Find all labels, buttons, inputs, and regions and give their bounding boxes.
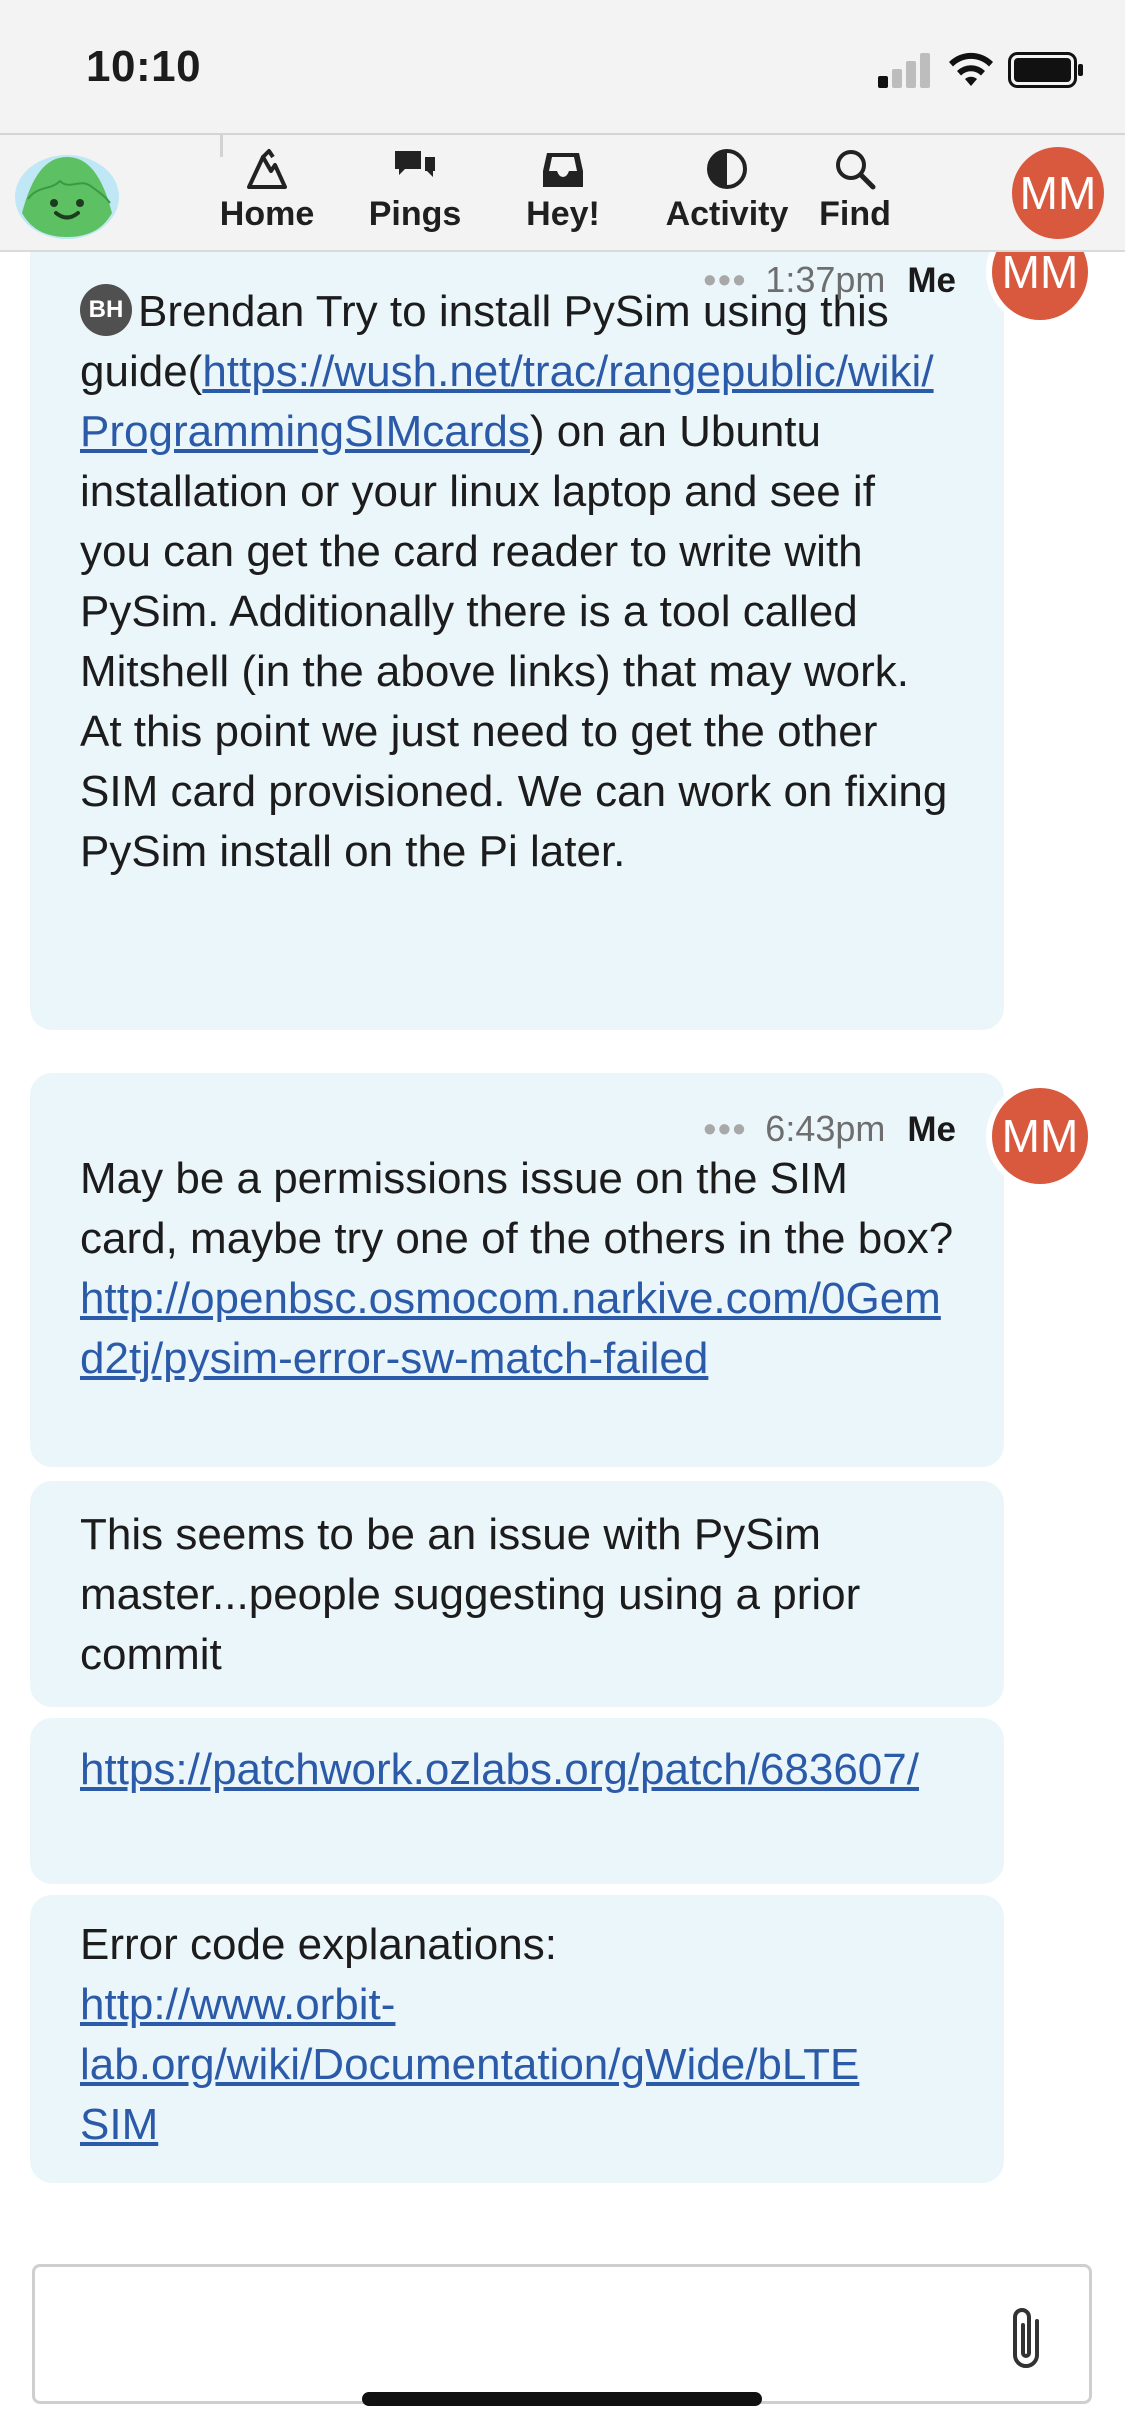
nav-hey-label: Hey! (526, 195, 600, 233)
message-author: Me (907, 261, 956, 300)
message-text: https://patchwork.ozlabs.org/patch/68360… (80, 1718, 954, 1800)
nav-pings-label: Pings (368, 195, 462, 233)
message-text: This seems to be an issue with PySim mas… (80, 1510, 861, 1679)
message-bubble: ••• 6:43pm Me May be a permissions issue o… (30, 1073, 1004, 1467)
message-meta: ••• 6:43pm Me (703, 1099, 956, 1149)
nav-pings[interactable]: Pings (360, 147, 470, 245)
message-text-part: ) on an Ubuntu installation or your linu… (80, 407, 948, 876)
status-bar: 10:10 (0, 0, 1125, 135)
message-link[interactable]: http://openbsc.osmocom.narkive.com/0Gemd… (80, 1274, 941, 1383)
message-time: 6:43pm (765, 1108, 886, 1149)
home-indicator (362, 2392, 762, 2406)
link-part: SIM (80, 2100, 159, 2149)
message-link[interactable]: http://www.orbit-lab.org/wiki/Documentat… (80, 1980, 859, 2149)
message-thread: ••• 1:37pm Me BH Brendan Try to install PyS… (0, 252, 1125, 2212)
paperclip-icon[interactable] (1003, 2303, 1049, 2375)
author-avatar[interactable]: MM (992, 252, 1088, 320)
pings-icon (395, 151, 435, 177)
message-link[interactable]: https://patchwork.ozlabs.org/patch/68360… (80, 1745, 919, 1794)
user-avatar[interactable]: MM (1012, 147, 1104, 239)
link-part: http://www.orbit- (80, 1980, 396, 2029)
more-options-icon[interactable]: ••• (703, 259, 747, 300)
home-icon (247, 149, 287, 189)
mention-name[interactable]: Brendan (138, 287, 304, 336)
nav-find-label: Find (819, 195, 891, 233)
nav-activity-label: Activity (665, 195, 789, 233)
message-text-part: May be a permissions issue on the SIM ca… (80, 1154, 954, 1263)
message-meta: ••• 1:37pm Me (703, 252, 956, 300)
nav-home[interactable]: Home (212, 147, 322, 245)
cellular-signal-icon (878, 52, 934, 88)
message-bubble: This seems to be an issue with PySim mas… (30, 1481, 1004, 1707)
nav-find[interactable]: Find (810, 147, 900, 245)
nav-hey[interactable]: Hey! (508, 147, 618, 245)
inbox-icon (543, 153, 583, 187)
mention-avatar: BH (80, 284, 132, 337)
message-bubble: https://patchwork.ozlabs.org/patch/68360… (30, 1718, 1004, 1884)
message-author: Me (907, 1110, 956, 1149)
nav-activity[interactable]: Activity (652, 147, 802, 245)
activity-icon (707, 149, 747, 189)
message-bubble: Error code explanations: http://www.orbi… (30, 1895, 1004, 2183)
status-time: 10:10 (86, 42, 202, 91)
basecamp-logo[interactable] (14, 147, 120, 239)
author-avatar[interactable]: MM (992, 1088, 1088, 1184)
message-time: 1:37pm (765, 259, 886, 300)
message-text-part: Error code explanations: (80, 1920, 557, 1969)
nav-home-label: Home (219, 195, 315, 233)
message-text: BH Brendan Try to install PySim using thi… (80, 252, 954, 882)
link-part: lab.org/wiki/Documentation/gWide/bLTE (80, 2040, 860, 2089)
top-navigation: Home Pings Hey! Activity Find MM (0, 135, 1125, 252)
message-text: Error code explanations: http://www.orbi… (80, 1895, 954, 2155)
search-icon (836, 150, 876, 190)
battery-icon (1008, 52, 1083, 88)
message-bubble: ••• 1:37pm Me BH Brendan Try to install PyS… (30, 252, 1004, 1030)
message-composer[interactable] (32, 2264, 1092, 2404)
more-options-icon[interactable]: ••• (703, 1108, 747, 1149)
wifi-icon (949, 52, 993, 86)
